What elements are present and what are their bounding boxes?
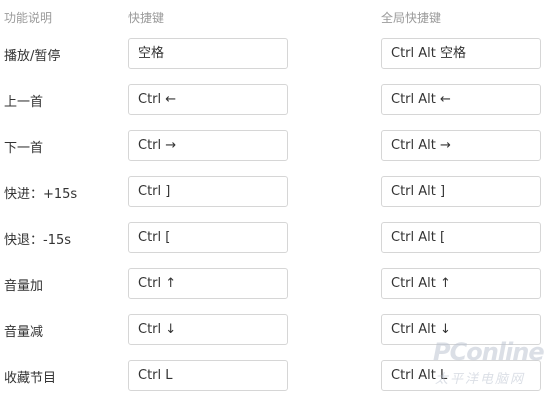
- row-label: 音量加: [4, 279, 44, 294]
- shortcut-row-volume-up: 音量加 Ctrl ↑ Ctrl Alt ↑: [0, 268, 551, 302]
- shortcut-input[interactable]: Ctrl ↑: [128, 268, 288, 299]
- header-global-shortcut: 全局快捷键: [381, 11, 442, 25]
- header-shortcut: 快捷键: [128, 11, 165, 25]
- row-label: 快进：+15s: [4, 187, 78, 202]
- shortcut-row-rewind: 快退：-15s Ctrl [ Ctrl Alt [: [0, 222, 551, 256]
- global-shortcut-input[interactable]: Ctrl Alt 空格: [381, 38, 541, 69]
- shortcut-row-play-pause: 播放/暂停 空格 Ctrl Alt 空格: [0, 38, 551, 72]
- shortcut-input[interactable]: Ctrl →: [128, 130, 288, 161]
- global-shortcut-input[interactable]: Ctrl Alt ↓: [381, 314, 541, 345]
- shortcut-input[interactable]: 空格: [128, 38, 288, 69]
- shortcut-input[interactable]: Ctrl ↓: [128, 314, 288, 345]
- shortcut-row-forward: 快进：+15s Ctrl ] Ctrl Alt ]: [0, 176, 551, 210]
- shortcut-input[interactable]: Ctrl L: [128, 360, 288, 391]
- shortcut-input[interactable]: Ctrl [: [128, 222, 288, 253]
- row-label: 收藏节目: [4, 371, 57, 386]
- shortcut-input[interactable]: Ctrl ]: [128, 176, 288, 207]
- shortcut-input[interactable]: Ctrl ←: [128, 84, 288, 115]
- row-label: 上一首: [4, 95, 44, 110]
- row-label: 播放/暂停: [4, 49, 61, 64]
- global-shortcut-input[interactable]: Ctrl Alt →: [381, 130, 541, 161]
- global-shortcut-input[interactable]: Ctrl Alt [: [381, 222, 541, 253]
- row-label: 下一首: [4, 141, 44, 156]
- shortcut-row-next: 下一首 Ctrl → Ctrl Alt →: [0, 130, 551, 164]
- header-function: 功能说明: [4, 11, 53, 25]
- global-shortcut-input[interactable]: Ctrl Alt ]: [381, 176, 541, 207]
- global-shortcut-input[interactable]: Ctrl Alt ↑: [381, 268, 541, 299]
- shortcut-row-previous: 上一首 Ctrl ← Ctrl Alt ←: [0, 84, 551, 118]
- row-label: 音量减: [4, 325, 44, 340]
- global-shortcut-input[interactable]: Ctrl Alt ←: [381, 84, 541, 115]
- shortcut-row-volume-down: 音量减 Ctrl ↓ Ctrl Alt ↓: [0, 314, 551, 348]
- row-label: 快退：-15s: [4, 233, 72, 248]
- shortcut-row-favorite: 收藏节目 Ctrl L Ctrl Alt L: [0, 360, 551, 394]
- global-shortcut-input[interactable]: Ctrl Alt L: [381, 360, 541, 391]
